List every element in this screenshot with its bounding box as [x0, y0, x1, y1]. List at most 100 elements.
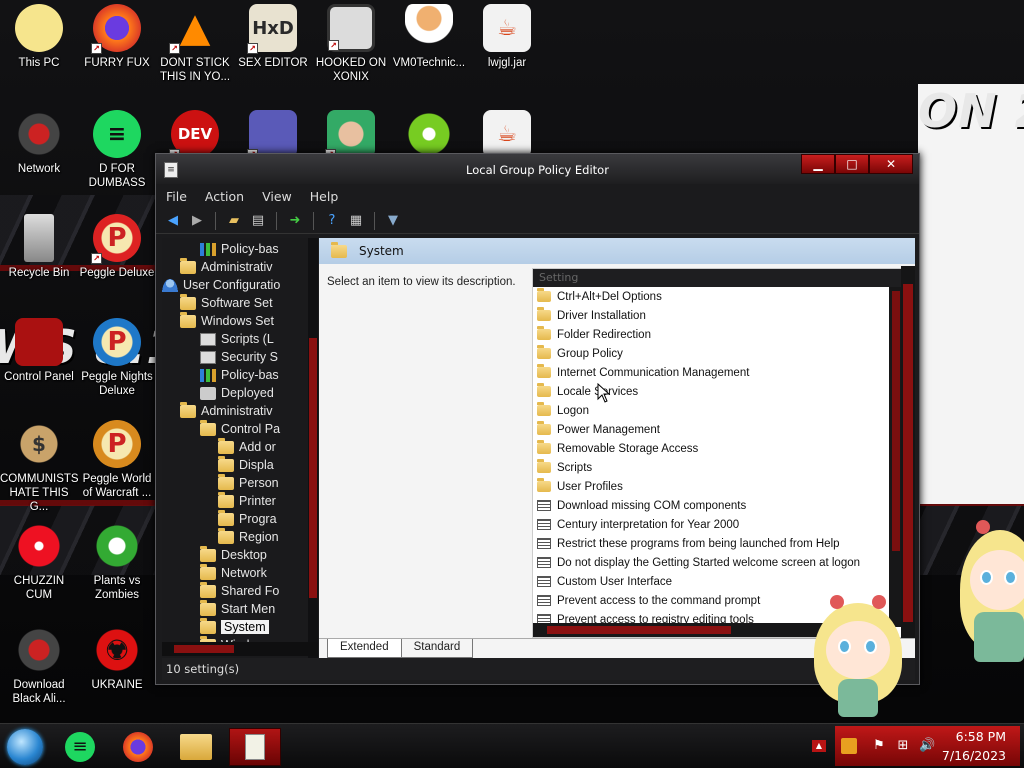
tree-vertical-scrollbar[interactable]	[308, 238, 318, 658]
tree-item[interactable]: Policy-bas	[200, 240, 279, 258]
minimize-button[interactable]: ▁	[801, 154, 835, 174]
tab-extended[interactable]: Extended	[327, 639, 402, 658]
maximize-button[interactable]: □	[835, 154, 869, 174]
tree-horizontal-scrollbar[interactable]	[162, 642, 318, 656]
desktop-icon-network[interactable]: Network	[0, 110, 78, 176]
folder-icon	[200, 563, 216, 580]
help-icon[interactable]: ?	[323, 212, 341, 230]
desktop-icon-ukraine[interactable]: ☢ UKRAINE	[78, 626, 156, 692]
printer-icon	[200, 386, 216, 400]
filter-icon[interactable]: ▼	[384, 212, 402, 230]
tree-item[interactable]: Administrativ	[180, 401, 273, 420]
tree-item[interactable]: System	[200, 617, 269, 636]
tree-item[interactable]: Region	[218, 527, 279, 546]
tree-item[interactable]: Deployed	[200, 384, 274, 402]
pane-vertical-scrollbar[interactable]	[901, 266, 915, 638]
tree-item[interactable]: Scripts (L	[200, 330, 274, 348]
desktop-icon-lwjgl-jar[interactable]: ☕ lwjgl.jar	[468, 4, 546, 70]
settings-folder-item[interactable]: Power Management	[533, 420, 903, 439]
spotify-icon: ≡	[93, 110, 141, 158]
tree-item[interactable]: Person	[218, 473, 279, 492]
column-header-setting[interactable]: Setting	[533, 269, 903, 287]
settings-folder-item[interactable]: Removable Storage Access	[533, 439, 903, 458]
settings-folder-item[interactable]: User Profiles	[533, 477, 903, 496]
tree-item-label: Displa	[239, 458, 274, 472]
tab-standard[interactable]: Standard	[400, 639, 474, 658]
desktop-icon-peggle-deluxe[interactable]: P ↗ Peggle Deluxe	[78, 214, 156, 280]
tree-item[interactable]: Software Set	[180, 293, 273, 312]
policy-setting-item[interactable]: Restrict these programs from being launc…	[533, 534, 903, 553]
desktop-icon-peggle-wow[interactable]: P Peggle World of Warcraft ...	[78, 420, 156, 500]
tree-item[interactable]: Shared Fo	[200, 581, 279, 600]
export-list-icon[interactable]: ➜	[286, 212, 304, 230]
taskbar-spotify[interactable]: ≡	[56, 728, 104, 766]
network-tray-icon[interactable]: ⊞	[895, 738, 911, 754]
folder-icon	[218, 509, 234, 526]
desktop-icon-furry-fux[interactable]: ↗ FURRY FUX	[78, 4, 156, 70]
tree-item[interactable]: Policy-bas	[200, 366, 279, 384]
forward-arrow-icon[interactable]: ▶	[188, 212, 206, 230]
toolbar-separator	[215, 211, 216, 230]
desktop-icon-recycle-bin[interactable]: Recycle Bin	[0, 214, 78, 280]
settings-folder-item[interactable]: Scripts	[533, 458, 903, 477]
desktop-icon-vm0technic[interactable]: VM0Technic...	[390, 4, 468, 70]
desktop-icon-label: Download Black Ali...	[12, 679, 66, 705]
menu-help[interactable]: Help	[310, 189, 339, 204]
desktop-icon-this-pc[interactable]: This PC	[0, 4, 78, 70]
desktop-icon-hooked-on-xonix[interactable]: ↗ HOOKED ON XONIX	[312, 4, 390, 84]
desktop-icon-download-black[interactable]: Download Black Ali...	[0, 626, 78, 706]
tree-item[interactable]: Windows Set	[180, 311, 274, 330]
action-center-flag-icon[interactable]: ⚑	[871, 738, 887, 754]
desktop-icon-plants-vs-zombies[interactable]: Plants vs Zombies	[78, 522, 156, 602]
desktop-icon-chuzzin-cum[interactable]: CHUZZIN CUM	[0, 522, 78, 602]
desktop-icon-dont-stick[interactable]: ▲ ↗ DONT STICK THIS IN YO...	[156, 4, 234, 84]
settings-folder-item[interactable]: Folder Redirection	[533, 325, 903, 344]
settings-folder-item[interactable]: Ctrl+Alt+Del Options	[533, 287, 903, 306]
tree-item[interactable]: Displa	[218, 455, 274, 474]
start-button[interactable]	[7, 729, 43, 765]
settings-folder-item[interactable]: Driver Installation	[533, 306, 903, 325]
tree-item[interactable]: Progra	[218, 509, 277, 528]
menu-action[interactable]: Action	[205, 189, 244, 204]
settings-folder-item[interactable]: Internet Communication Management	[533, 363, 903, 382]
clock-time[interactable]: 6:58 PM	[956, 729, 1006, 744]
tree-item[interactable]: Printer	[218, 491, 276, 510]
policy-setting-item[interactable]: Custom User Interface	[533, 572, 903, 591]
tree-item[interactable]: Network	[200, 563, 267, 582]
show-hidden-icons-chevron-icon[interactable]: ▲	[812, 740, 826, 752]
notification-app-icon[interactable]	[841, 738, 857, 754]
properties-icon[interactable]: ▦	[347, 212, 365, 230]
settings-folder-item[interactable]: Locale Services	[533, 382, 903, 401]
show-hide-tree-icon[interactable]: ▤	[249, 212, 267, 230]
up-folder-icon[interactable]: ▰	[225, 212, 243, 230]
close-button[interactable]: ✕	[869, 154, 913, 174]
clock-date[interactable]: 7/16/2023	[942, 748, 1006, 763]
tree-item[interactable]: Desktop	[200, 545, 267, 564]
tree-item[interactable]: User Configuratio	[162, 276, 280, 294]
tree-item[interactable]: Control Pa	[200, 419, 280, 438]
tree-item[interactable]: Start Men	[200, 599, 275, 618]
settings-folder-item[interactable]: Logon	[533, 401, 903, 420]
policy-setting-item[interactable]: Century interpretation for Year 2000	[533, 515, 903, 534]
desktop-icon-communists[interactable]: $ COMMUNISTS HATE THIS G...	[0, 420, 79, 514]
menu-file[interactable]: File	[166, 189, 187, 204]
back-arrow-icon[interactable]: ◀	[164, 212, 182, 230]
policy-setting-item[interactable]: Do not display the Getting Started welco…	[533, 553, 903, 572]
tree-item[interactable]: Add or	[218, 437, 276, 456]
settings-folder-item[interactable]: Group Policy	[533, 344, 903, 363]
desktop-icon-peggle-nights[interactable]: P Peggle Nights Deluxe	[78, 318, 156, 398]
title-bar[interactable]: ≡ Local Group Policy Editor ▁ □ ✕	[156, 154, 919, 184]
settings-item-label: Folder Redirection	[557, 328, 651, 341]
volume-icon[interactable]: 🔊	[919, 738, 935, 754]
tree-item[interactable]: Administrativ	[180, 257, 273, 276]
menu-view[interactable]: View	[262, 189, 292, 204]
desktop-icon-d-for-dumbass[interactable]: ≡ D FOR DUMBASS	[78, 110, 156, 190]
taskbar-group-policy-editor[interactable]	[229, 728, 281, 766]
breadcrumb: System	[319, 238, 915, 264]
tree-item[interactable]: Security S	[200, 348, 278, 366]
policy-setting-item[interactable]: Download missing COM components	[533, 496, 903, 515]
desktop-icon-sex-editor[interactable]: HxD ↗ SEX EDITOR	[234, 4, 312, 70]
taskbar-firefox[interactable]	[114, 728, 162, 766]
taskbar-file-explorer[interactable]	[172, 728, 220, 766]
desktop-icon-control-panel[interactable]: Control Panel	[0, 318, 78, 384]
